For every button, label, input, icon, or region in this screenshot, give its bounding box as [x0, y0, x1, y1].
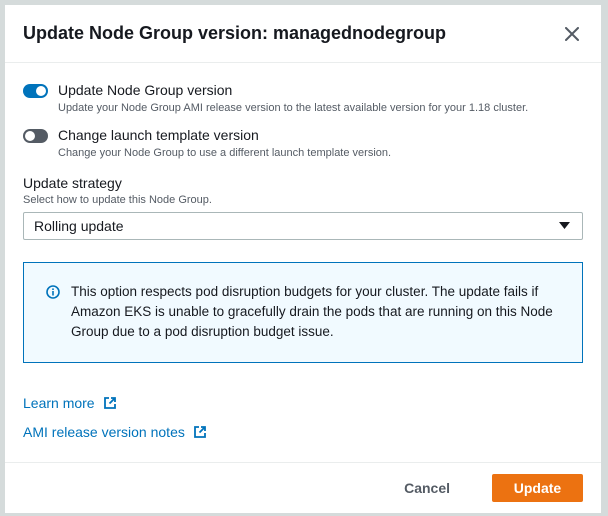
modal-footer: Cancel Update — [5, 462, 601, 513]
launch-template-label: Change launch template version — [58, 127, 259, 143]
external-link-icon — [193, 426, 206, 438]
launch-template-description: Change your Node Group to use a differen… — [58, 147, 392, 159]
learn-more-label: Learn more — [23, 395, 95, 411]
ami-release-notes-label: AMI release version notes — [23, 424, 185, 440]
info-text: This option respects pod disruption budg… — [71, 284, 553, 339]
links-section: Learn more AMI release version notes — [23, 395, 583, 440]
external-link-icon — [103, 397, 116, 409]
update-strategy-label: Update strategy — [23, 175, 122, 191]
info-icon — [46, 285, 60, 299]
caret-down-icon — [559, 222, 570, 229]
info-alert: This option respects pod disruption budg… — [23, 262, 583, 363]
close-icon[interactable] — [561, 23, 583, 45]
launch-template-toggle[interactable] — [23, 129, 48, 143]
update-strategy-value: Rolling update — [34, 218, 124, 234]
toggle-knob — [36, 86, 46, 96]
launch-template-option: Change launch template version Change yo… — [23, 126, 583, 161]
update-button[interactable]: Update — [492, 474, 583, 502]
cancel-button[interactable]: Cancel — [392, 474, 462, 502]
update-version-option: Update Node Group version Update your No… — [23, 81, 583, 116]
modal-content: Update Node Group version Update your No… — [5, 63, 601, 440]
update-version-label: Update Node Group version — [58, 82, 233, 98]
update-strategy-description: Select how to update this Node Group. — [23, 194, 212, 206]
modal-header: Update Node Group version: managednodegr… — [5, 5, 601, 63]
update-version-toggle[interactable] — [23, 84, 48, 98]
ami-release-notes-link[interactable]: AMI release version notes — [23, 424, 583, 440]
update-version-description: Update your Node Group AMI release versi… — [58, 102, 529, 114]
learn-more-link[interactable]: Learn more — [23, 395, 583, 411]
update-node-group-modal: Update Node Group version: managednodegr… — [4, 4, 602, 514]
toggle-knob — [25, 131, 35, 141]
modal-title: Update Node Group version: managednodegr… — [23, 23, 447, 43]
update-strategy-select[interactable]: Rolling update — [23, 212, 583, 240]
